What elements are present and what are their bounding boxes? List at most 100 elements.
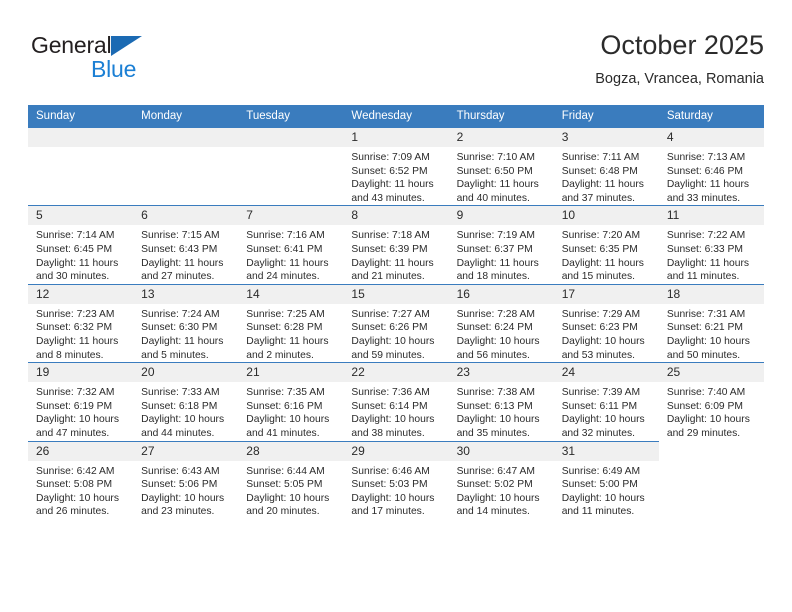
calendar-day-cell[interactable]: 14 Sunrise: 7:25 AM Sunset: 6:28 PM Dayligh…: [238, 283, 344, 363]
sunset-text: Sunset: 5:03 PM: [351, 479, 428, 491]
calendar-day-cell[interactable]: 27 Sunrise: 6:43 AM Sunset: 5:06 PM Dayligh…: [133, 440, 239, 519]
calendar-week-row: 12 Sunrise: 7:23 AM Sunset: 6:32 PM Dayligh…: [28, 283, 764, 363]
day-details: Sunrise: 7:16 AM Sunset: 6:41 PM Daylight:…: [238, 225, 343, 283]
sunset-text: Sunset: 6:23 PM: [561, 322, 638, 334]
weekday-header-friday: Friday: [553, 105, 659, 128]
sunset-text: Sunset: 5:05 PM: [246, 479, 323, 491]
calendar-day-cell[interactable]: 25 Sunrise: 7:40 AM Sunset: 6:09 PM Dayligh…: [658, 362, 764, 441]
sunrise-text: Sunrise: 7:39 AM: [561, 387, 641, 399]
day-number: [238, 128, 344, 147]
sunset-text: Sunset: 6:13 PM: [456, 400, 533, 412]
calendar-day-cell[interactable]: 1 Sunrise: 7:09 AM Sunset: 6:52 PM Daylight…: [343, 126, 449, 206]
day-number: 26: [28, 441, 134, 461]
day-number: 10: [553, 206, 659, 226]
daylight-text-line1: Daylight: 10 hours: [351, 414, 435, 426]
daylight-text-line1: Daylight: 11 hours: [456, 179, 539, 191]
day-number: 20: [133, 363, 239, 383]
calendar-day-cell[interactable]: 13 Sunrise: 7:24 AM Sunset: 6:30 PM Dayligh…: [133, 283, 239, 363]
calendar-day-cell[interactable]: 4 Sunrise: 7:13 AM Sunset: 6:46 PM Daylight…: [658, 126, 764, 206]
sunset-text: Sunset: 6:30 PM: [141, 322, 218, 334]
day-details: Sunrise: 7:27 AM Sunset: 6:26 PM Daylight:…: [343, 304, 448, 362]
calendar-day-cell[interactable]: 21 Sunrise: 7:35 AM Sunset: 6:16 PM Dayligh…: [238, 362, 344, 441]
calendar-day-cell[interactable]: 28 Sunrise: 6:44 AM Sunset: 5:05 PM Dayligh…: [238, 440, 344, 519]
page-header: General Blue October 2025 Bogza, Vrancea…: [28, 28, 764, 98]
daylight-text-line1: Daylight: 11 hours: [561, 179, 644, 191]
calendar-day-cell[interactable]: 30 Sunrise: 6:47 AM Sunset: 5:02 PM Dayligh…: [448, 440, 554, 519]
day-details: Sunrise: 7:24 AM Sunset: 6:30 PM Daylight:…: [133, 304, 238, 362]
sunset-text: Sunset: 6:14 PM: [351, 400, 428, 412]
calendar-day-cell[interactable]: 22 Sunrise: 7:36 AM Sunset: 6:14 PM Dayligh…: [343, 362, 449, 441]
calendar-day-cell[interactable]: 7 Sunrise: 7:16 AM Sunset: 6:41 PM Daylight…: [238, 205, 344, 285]
sunset-text: Sunset: 5:08 PM: [36, 479, 113, 491]
daylight-text-line1: Daylight: 10 hours: [666, 335, 750, 347]
day-details: Sunrise: 7:13 AM Sunset: 6:46 PM Daylight:…: [659, 147, 764, 205]
calendar-day-cell[interactable]: 15 Sunrise: 7:27 AM Sunset: 6:26 PM Dayligh…: [343, 283, 449, 363]
sunset-text: Sunset: 6:18 PM: [141, 400, 218, 412]
calendar-day-cell[interactable]: 3 Sunrise: 7:11 AM Sunset: 6:48 PM Daylight…: [553, 126, 659, 206]
sunrise-text: Sunrise: 6:46 AM: [351, 465, 430, 477]
calendar-day-cell[interactable]: 23 Sunrise: 7:38 AM Sunset: 6:13 PM Dayligh…: [448, 362, 554, 441]
sunset-text: Sunset: 6:09 PM: [666, 400, 743, 412]
sunset-text: Sunset: 6:43 PM: [141, 243, 218, 255]
sunset-text: Sunset: 6:33 PM: [666, 243, 743, 255]
calendar-day-cell[interactable]: 8 Sunrise: 7:18 AM Sunset: 6:39 PM Daylight…: [343, 205, 449, 285]
sunrise-text: Sunrise: 7:24 AM: [141, 308, 220, 320]
day-details: Sunrise: 7:18 AM Sunset: 6:39 PM Daylight:…: [343, 225, 448, 283]
day-number: 5: [28, 206, 134, 226]
sunrise-text: Sunrise: 7:28 AM: [456, 308, 535, 320]
calendar-week-row: 1 Sunrise: 7:09 AM Sunset: 6:52 PM Daylight…: [28, 126, 764, 206]
calendar-day-cell[interactable]: 18 Sunrise: 7:31 AM Sunset: 6:21 PM Dayligh…: [658, 283, 764, 363]
sunset-text: Sunset: 6:50 PM: [456, 165, 533, 177]
day-details: Sunrise: 7:22 AM Sunset: 6:33 PM Daylight:…: [659, 225, 764, 283]
calendar-day-cell[interactable]: 2 Sunrise: 7:10 AM Sunset: 6:50 PM Daylight…: [448, 126, 554, 206]
sunset-text: Sunset: 5:06 PM: [141, 479, 218, 491]
daylight-text-line1: Daylight: 10 hours: [351, 492, 435, 504]
day-number: 13: [133, 284, 239, 304]
weekday-header-thursday: Thursday: [448, 105, 554, 128]
day-details: Sunrise: 6:43 AM Sunset: 5:06 PM Daylight:…: [133, 461, 238, 519]
calendar-day-cell[interactable]: 5 Sunrise: 7:14 AM Sunset: 6:45 PM Daylight…: [28, 205, 134, 285]
sunset-text: Sunset: 6:37 PM: [456, 243, 533, 255]
daylight-text-line1: Daylight: 10 hours: [456, 414, 540, 426]
sunrise-text: Sunrise: 6:43 AM: [141, 465, 220, 477]
calendar-day-cell[interactable]: 17 Sunrise: 7:29 AM Sunset: 6:23 PM Dayligh…: [553, 283, 659, 363]
calendar-day-cell[interactable]: 26 Sunrise: 6:42 AM Sunset: 5:08 PM Dayligh…: [28, 440, 134, 519]
sunset-text: Sunset: 6:46 PM: [666, 165, 743, 177]
daylight-text-line2: and 56 minutes.: [456, 349, 530, 361]
day-number: 11: [658, 206, 764, 226]
day-number: 28: [238, 441, 344, 461]
sunset-text: Sunset: 6:11 PM: [561, 400, 638, 412]
calendar-week-row: 26 Sunrise: 6:42 AM Sunset: 5:08 PM Dayligh…: [28, 440, 764, 519]
calendar-day-cell[interactable]: 9 Sunrise: 7:19 AM Sunset: 6:37 PM Daylight…: [448, 205, 554, 285]
day-details: Sunrise: 7:29 AM Sunset: 6:23 PM Daylight:…: [554, 304, 659, 362]
daylight-text-line1: Daylight: 11 hours: [141, 335, 224, 347]
sunrise-text: Sunrise: 7:09 AM: [351, 152, 430, 163]
day-number: [133, 128, 239, 147]
sunset-text: Sunset: 6:19 PM: [36, 400, 113, 412]
sunset-text: Sunset: 6:41 PM: [246, 243, 323, 255]
day-number: 18: [658, 284, 764, 304]
day-number: 23: [448, 363, 554, 383]
calendar-day-cell[interactable]: 12 Sunrise: 7:23 AM Sunset: 6:32 PM Dayligh…: [28, 283, 134, 363]
daylight-text-line1: Daylight: 11 hours: [36, 335, 119, 347]
calendar-day-cell[interactable]: 20 Sunrise: 7:33 AM Sunset: 6:18 PM Dayligh…: [133, 362, 239, 441]
calendar-day-cell[interactable]: 19 Sunrise: 7:32 AM Sunset: 6:19 PM Dayligh…: [28, 362, 134, 441]
daylight-text-line2: and 14 minutes.: [456, 506, 530, 518]
daylight-text-line1: Daylight: 11 hours: [561, 257, 644, 269]
calendar-day-cell[interactable]: 6 Sunrise: 7:15 AM Sunset: 6:43 PM Daylight…: [133, 205, 239, 285]
day-number: [659, 441, 764, 460]
calendar-day-cell[interactable]: 24 Sunrise: 7:39 AM Sunset: 6:11 PM Dayligh…: [553, 362, 659, 441]
sunset-text: Sunset: 6:48 PM: [561, 165, 638, 177]
sunset-text: Sunset: 6:45 PM: [36, 243, 113, 255]
calendar-day-cell[interactable]: 31 Sunrise: 6:49 AM Sunset: 5:00 PM Dayligh…: [553, 440, 659, 519]
sunrise-text: Sunrise: 7:38 AM: [456, 387, 535, 399]
daylight-text-line1: Daylight: 10 hours: [456, 492, 540, 504]
daylight-text-line2: and 26 minutes.: [36, 506, 110, 518]
calendar-day-cell[interactable]: 29 Sunrise: 6:46 AM Sunset: 5:03 PM Dayligh…: [343, 440, 449, 519]
sunset-text: Sunset: 6:21 PM: [666, 322, 743, 334]
daylight-text-line1: Daylight: 11 hours: [246, 335, 329, 347]
calendar-day-cell[interactable]: 10 Sunrise: 7:20 AM Sunset: 6:35 PM Dayligh…: [553, 205, 659, 285]
weekday-header-monday: Monday: [133, 105, 239, 128]
calendar-day-cell[interactable]: 11 Sunrise: 7:22 AM Sunset: 6:33 PM Dayligh…: [658, 205, 764, 285]
calendar-day-cell[interactable]: 16 Sunrise: 7:28 AM Sunset: 6:24 PM Dayligh…: [448, 283, 554, 363]
